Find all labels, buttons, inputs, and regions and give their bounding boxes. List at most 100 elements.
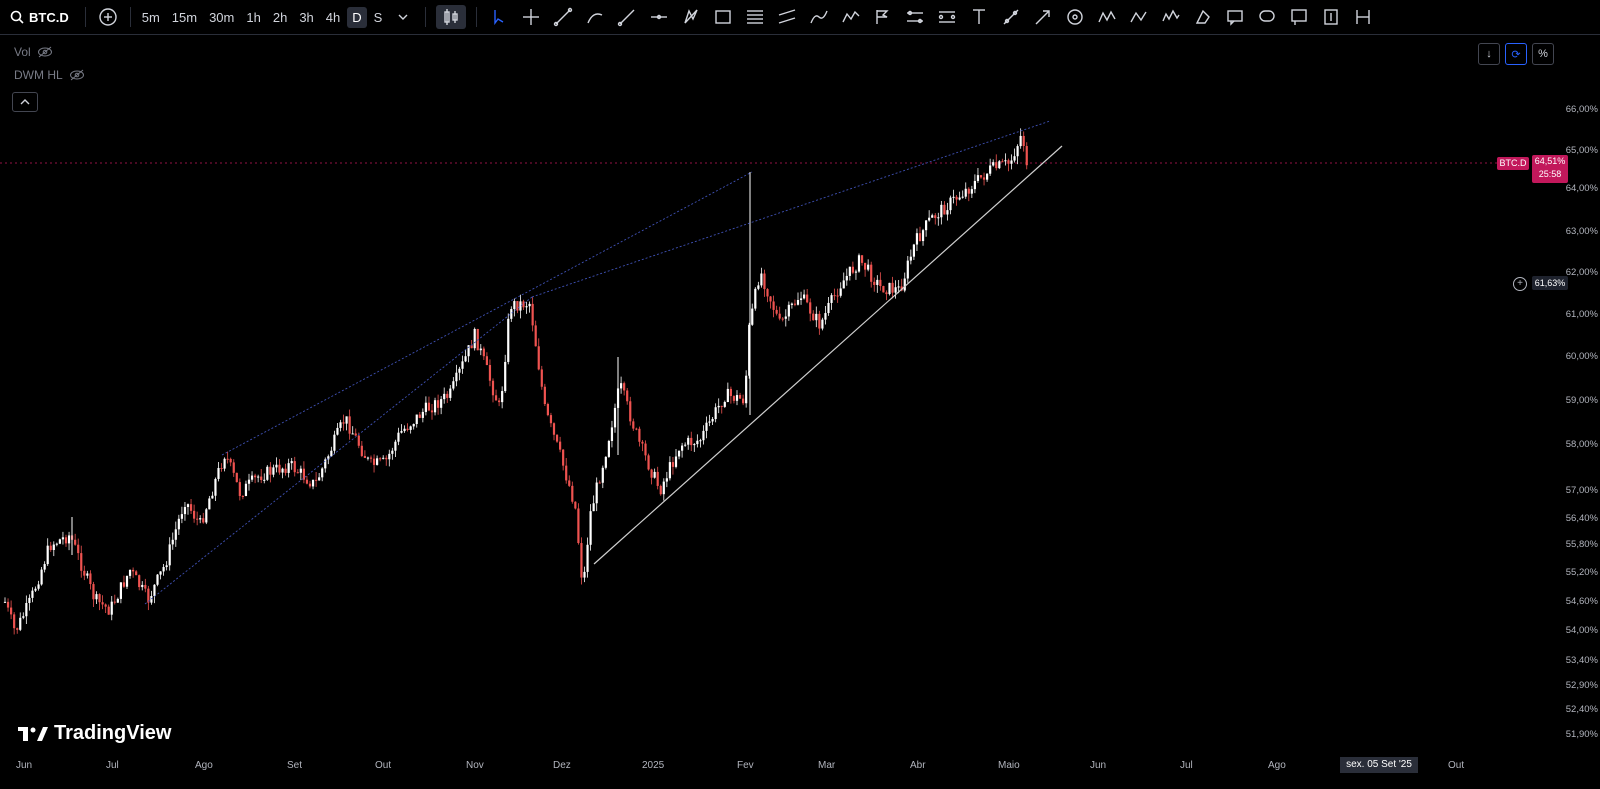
channel-mid-line[interactable] xyxy=(531,120,1051,298)
brush-icon[interactable] xyxy=(583,5,607,29)
chevron-down-icon[interactable] xyxy=(391,5,415,29)
xabcd-icon[interactable] xyxy=(1095,5,1119,29)
price-chart[interactable] xyxy=(0,35,1530,755)
drawing-tools xyxy=(483,5,1379,29)
candle-body xyxy=(296,472,299,474)
trendline-icon[interactable] xyxy=(551,5,575,29)
channel-upper-line[interactable] xyxy=(221,171,753,456)
target-icon[interactable] xyxy=(1063,5,1087,29)
candle-body xyxy=(437,400,440,408)
compare-add-icon[interactable] xyxy=(96,5,120,29)
pitchfork-icon[interactable] xyxy=(871,5,895,29)
projection-icon[interactable] xyxy=(903,5,927,29)
candle-body xyxy=(766,289,769,297)
candle-body xyxy=(860,255,864,263)
price-tick-label: 53,40% xyxy=(1565,655,1598,666)
candle-body xyxy=(565,465,568,481)
candle-body xyxy=(58,539,61,544)
candle-body xyxy=(119,582,122,599)
price-tick-label: 60,00% xyxy=(1565,351,1598,362)
timeframe-5m[interactable]: 5m xyxy=(137,7,165,28)
horizontal-line-icon[interactable] xyxy=(647,5,671,29)
price-scale[interactable]: 66,00% 65,00% 64,00% 63,00% 62,00% 61,00% 60,0… xyxy=(1530,35,1600,755)
candle-body xyxy=(254,475,257,478)
candle-body xyxy=(52,544,55,551)
price-tick-label: 66,00% xyxy=(1565,104,1598,115)
candle-body xyxy=(501,391,504,403)
candle-body xyxy=(415,414,418,424)
zigzag-icon[interactable] xyxy=(839,5,863,29)
callout-icon[interactable] xyxy=(1255,5,1279,29)
channel-icon[interactable] xyxy=(775,5,799,29)
timeframe-1h[interactable]: 1h xyxy=(241,7,265,28)
timeframe-3h[interactable]: 3h xyxy=(294,7,318,28)
candle-body xyxy=(516,301,519,311)
price-label-icon[interactable] xyxy=(1319,5,1343,29)
candle-body xyxy=(86,573,89,576)
text-icon[interactable] xyxy=(967,5,991,29)
candlestick-series xyxy=(3,128,1028,635)
candle-body xyxy=(397,432,400,442)
support-trendline[interactable] xyxy=(593,145,1063,565)
arrow-icon[interactable] xyxy=(1031,5,1055,29)
candle-body xyxy=(479,348,482,351)
timeframe-4h[interactable]: 4h xyxy=(321,7,345,28)
candles-style-icon[interactable] xyxy=(436,5,467,29)
candle-body xyxy=(555,434,559,442)
candle-body xyxy=(89,573,92,585)
timeframe-15m[interactable]: 15m xyxy=(167,7,202,28)
rectangle-icon[interactable] xyxy=(711,5,735,29)
fib-icon[interactable] xyxy=(743,5,767,29)
divider xyxy=(129,7,131,27)
candle-body xyxy=(522,301,525,308)
candle-body xyxy=(986,173,989,180)
ray-icon[interactable] xyxy=(615,5,639,29)
candle-body xyxy=(153,584,156,597)
add-alert-icon[interactable]: + xyxy=(1513,277,1527,291)
crosshair-icon[interactable] xyxy=(519,5,543,29)
candle-body xyxy=(132,569,135,572)
position-icon[interactable] xyxy=(935,5,959,29)
candle-body xyxy=(315,479,318,481)
timeframe-2h[interactable]: 2h xyxy=(268,7,292,28)
candle-body xyxy=(870,264,873,282)
pattern-icon[interactable] xyxy=(679,5,703,29)
elliott-icon[interactable] xyxy=(1159,5,1183,29)
candle-body xyxy=(928,217,931,221)
top-toolbar: BTC.D 5m 15m 30m 1h 2h 3h 4h D S xyxy=(0,0,1600,35)
candle-body xyxy=(351,433,354,435)
candle-body xyxy=(293,461,296,473)
candle-body xyxy=(946,210,949,215)
eraser-icon[interactable] xyxy=(1191,5,1215,29)
candle-body xyxy=(1022,135,1025,147)
timeframe-30m[interactable]: 30m xyxy=(204,7,239,28)
range-icon[interactable] xyxy=(1351,5,1375,29)
candle-body xyxy=(702,430,705,441)
price-tick-label: 58,00% xyxy=(1565,439,1598,450)
candle-body xyxy=(549,415,553,424)
candle-body xyxy=(601,467,604,483)
candle-body xyxy=(571,485,574,502)
cursor-icon[interactable] xyxy=(487,5,511,29)
candle-body xyxy=(626,390,629,402)
candle-body xyxy=(55,543,58,545)
abcd-icon[interactable] xyxy=(1127,5,1151,29)
timeframe-S[interactable]: S xyxy=(369,7,388,28)
candle-body xyxy=(992,162,995,166)
candle-body xyxy=(668,462,671,479)
time-scale[interactable]: Jun Jul Ago Set Out Nov Dez 2025 Fev Mar Abr Maio Ju… xyxy=(0,756,1530,789)
comment-icon[interactable] xyxy=(1223,5,1247,29)
measure-icon[interactable] xyxy=(999,5,1023,29)
timeframe-D[interactable]: D xyxy=(347,6,367,28)
candle-body xyxy=(171,539,174,545)
candle-body xyxy=(34,588,37,591)
candle-body xyxy=(43,564,46,570)
candle-body xyxy=(28,597,31,604)
candle-body xyxy=(818,313,821,329)
path-icon[interactable] xyxy=(807,5,831,29)
symbol-search[interactable]: BTC.D xyxy=(0,0,79,34)
flag-icon[interactable] xyxy=(1287,5,1311,29)
candle-body xyxy=(540,369,543,387)
candle-body xyxy=(803,294,806,299)
candle-body xyxy=(635,428,638,430)
